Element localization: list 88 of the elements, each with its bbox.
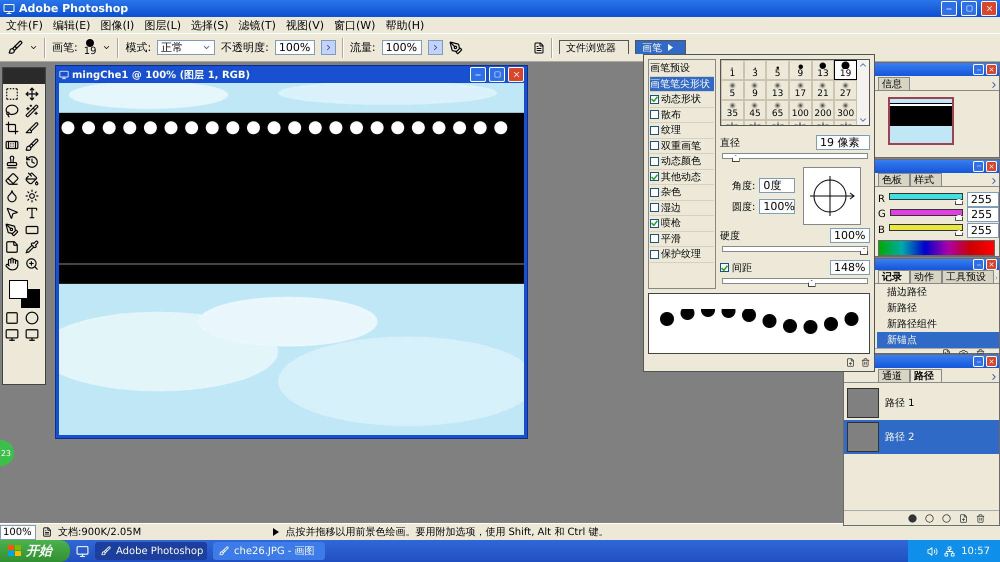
brush-tip[interactable]: 17 xyxy=(788,80,812,100)
brush-option[interactable]: 湿边 xyxy=(650,200,714,216)
palette-tab[interactable]: 路径 xyxy=(910,369,942,382)
channel-field[interactable]: 255 xyxy=(966,192,999,207)
angle-field[interactable]: 0度 xyxy=(759,178,796,194)
brush-tip[interactable]: 9 xyxy=(788,60,812,80)
roundness-label: 圆度: xyxy=(732,200,756,214)
brush-tip[interactable]: 35 xyxy=(721,100,744,120)
brush-tip[interactable]: 1 xyxy=(721,60,744,80)
history-item[interactable]: 新路径 xyxy=(877,300,999,316)
brush-option[interactable]: 杂色 xyxy=(650,185,714,200)
brush-tip[interactable]: 65 xyxy=(766,100,789,120)
brush-tip[interactable]: 300 xyxy=(834,100,857,120)
history-item[interactable]: 新锚点 xyxy=(877,332,999,348)
menu-item[interactable]: 窗口(W) xyxy=(334,18,376,32)
path-item[interactable]: 路径 2 xyxy=(844,420,999,454)
channel-label: R xyxy=(878,194,885,205)
menu-item[interactable]: 图层(L) xyxy=(144,18,182,32)
brush-tip[interactable]: 5 xyxy=(721,80,744,100)
angle-label: 角度: xyxy=(732,180,756,193)
brush-tip[interactable]: 19 xyxy=(834,60,857,80)
menu-item[interactable]: 编辑(E) xyxy=(52,18,90,32)
palette-tab[interactable]: 色板 xyxy=(878,173,910,186)
palette-tab[interactable]: 记录 xyxy=(878,270,910,283)
brush-tip[interactable]: 13 xyxy=(766,80,789,100)
palette-well-tab[interactable]: 画笔 xyxy=(635,40,686,54)
clock: 10:57 xyxy=(961,546,990,556)
palette-tab[interactable]: 样式 xyxy=(910,173,942,186)
menu-item[interactable]: 图像(I) xyxy=(100,18,134,32)
taskbar-button[interactable]: Adobe Photoshop xyxy=(95,542,207,560)
zoom-field[interactable]: 100% xyxy=(0,524,36,540)
hardness-field[interactable]: 100% xyxy=(830,228,870,244)
mode-select[interactable]: 正常 xyxy=(157,40,216,55)
brush-tip[interactable]: 200 xyxy=(812,100,834,120)
app-title: Adobe Photoshop xyxy=(19,2,130,15)
brush-option[interactable]: 保护纹理 xyxy=(650,247,714,262)
brush-option[interactable]: 画笔笔尖形状 xyxy=(650,76,714,92)
brush-option[interactable]: 纹理 xyxy=(650,123,714,138)
brush-picker[interactable]: 19 xyxy=(84,38,96,56)
mode-label: 模式: xyxy=(125,40,152,55)
brush-option[interactable]: 喷枪 xyxy=(650,216,714,232)
brush-label: 画笔: xyxy=(52,40,78,55)
path-item[interactable]: 路径 1 xyxy=(844,386,999,420)
diameter-label: 直径 xyxy=(720,136,740,150)
brush-tip[interactable]: 5 xyxy=(766,60,789,80)
brush-option[interactable]: 动态形状 xyxy=(650,92,714,108)
document-title: mingChe1 @ 100% (图层 1, RGB) xyxy=(72,68,252,82)
palette-well-tab[interactable]: 文件浏览器 xyxy=(559,40,629,54)
brush-option[interactable]: 散布 xyxy=(650,108,714,123)
spacing-field[interactable]: 148% xyxy=(830,260,870,276)
spacing-label: 间距 xyxy=(732,262,752,275)
hardness-label: 硬度 xyxy=(720,230,740,243)
menu-item[interactable]: 文件(F) xyxy=(6,18,43,32)
brush-tip[interactable]: 13 xyxy=(812,60,834,80)
brush-option[interactable]: 平滑 xyxy=(650,232,714,247)
palette-tab[interactable]: 动作 xyxy=(910,270,942,283)
count-badge: 23 xyxy=(0,440,14,466)
opacity-field[interactable]: 100% xyxy=(274,40,315,55)
status-hint: 点按并拖移以用前景色绘画。要用附加选项，使用 Shift, Alt 和 Ctrl 键。 xyxy=(285,526,608,539)
history-item[interactable]: 新路径组件 xyxy=(877,316,999,332)
brush-tip[interactable]: 3 xyxy=(744,60,766,80)
brush-tip[interactable]: 27 xyxy=(834,80,857,100)
menu-item[interactable]: 视图(V) xyxy=(286,18,324,32)
flow-label: 流量: xyxy=(350,40,376,55)
diameter-field[interactable]: 19 像素 xyxy=(816,135,870,150)
roundness-field[interactable]: 100% xyxy=(759,199,796,214)
brush-tip[interactable]: 100 xyxy=(788,100,812,120)
brush-option[interactable]: 其他动态 xyxy=(650,170,714,185)
brush-tip[interactable]: 45 xyxy=(744,100,766,120)
channel-field[interactable]: 255 xyxy=(967,207,999,222)
palette-tab[interactable]: 通道 xyxy=(878,369,910,382)
opacity-label: 不透明度: xyxy=(221,40,269,55)
taskbar-button[interactable]: che26.JPG - 画图 xyxy=(213,542,325,560)
brush-option[interactable]: 动态颜色 xyxy=(650,154,714,170)
brush-option[interactable]: 双重画笔 xyxy=(650,138,714,154)
flow-field[interactable]: 100% xyxy=(382,40,422,55)
palette-tab[interactable]: 工具预设 xyxy=(942,270,994,283)
brush-tip[interactable]: 21 xyxy=(812,80,834,100)
document-size: 文档:900K/2.05M xyxy=(58,526,142,539)
palette-tab[interactable]: 信息 xyxy=(878,77,910,90)
menu-item[interactable]: 帮助(H) xyxy=(385,18,424,32)
menu-item[interactable]: 选择(S) xyxy=(191,18,229,32)
history-item[interactable]: 描边路径 xyxy=(877,284,999,300)
channel-label: B xyxy=(878,224,885,236)
channel-field[interactable]: 255 xyxy=(966,222,999,238)
menu-item[interactable]: 滤镜(T) xyxy=(238,18,276,32)
brush-tip[interactable]: 9 xyxy=(744,80,766,100)
channel-label: G xyxy=(878,209,886,220)
